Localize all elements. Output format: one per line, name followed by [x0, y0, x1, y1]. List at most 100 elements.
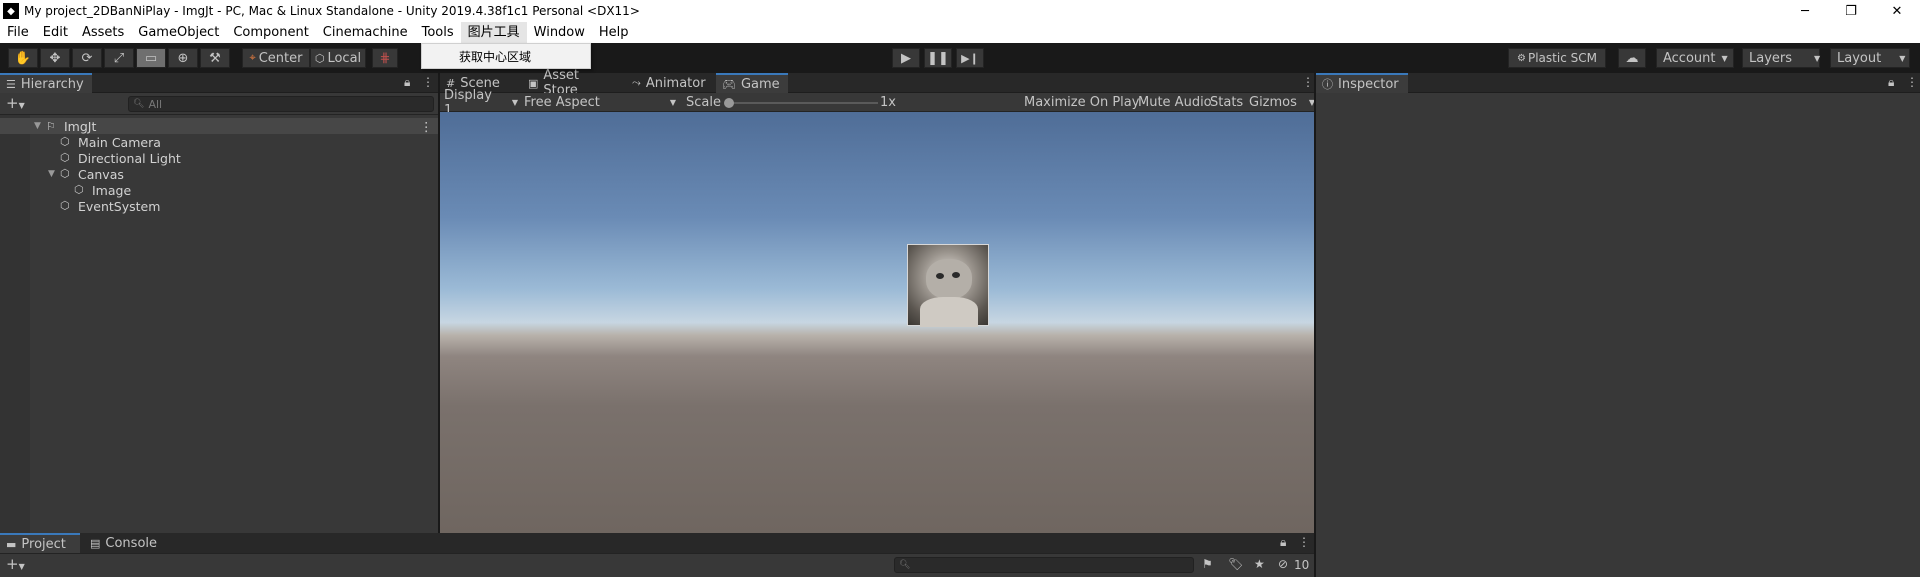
plastic-scm-button[interactable]: ⚙ Plastic SCM [1508, 48, 1606, 68]
menu-item-get-center-region[interactable]: 获取中心区域 [459, 48, 531, 65]
project-panel: ▬ Project ▤ Console 🔒︎ ⋮ +▼ 🔍︎ ⚑ 🏷︎ ★ ⊘ … [0, 533, 1314, 577]
scale-slider[interactable] [724, 98, 878, 108]
layers-dropdown[interactable]: Layers ▼ [1742, 48, 1820, 68]
inspector-body [1316, 93, 1920, 577]
favorites-star-icon[interactable]: ★ [1254, 557, 1265, 571]
hierarchy-item-label: ImgJt [64, 118, 97, 134]
pivot-rotation-button[interactable]: ⬡ Local [310, 48, 366, 68]
plastic-scm-icon: ⚙ [1517, 52, 1526, 64]
layout-dropdown[interactable]: Layout ▼ [1830, 48, 1910, 68]
hierarchy-item-label: Directional Light [78, 150, 181, 166]
tab-asset-store[interactable]: ▣ Asset Store [522, 68, 620, 98]
menu-window[interactable]: Window [527, 22, 592, 43]
console-tab-label: Console [105, 535, 158, 551]
hierarchy-item-label: Image [92, 182, 132, 198]
hidden-packages-icon[interactable]: ⊘ [1278, 557, 1288, 571]
tab-hierarchy[interactable]: ☰ Hierarchy [0, 73, 92, 93]
hierarchy-item-label: EventSystem [78, 198, 161, 214]
custom-tool-icon[interactable]: ⚒ [200, 48, 230, 68]
mute-audio-toggle[interactable]: Mute Audio [1138, 93, 1212, 112]
cloud-button[interactable]: ☁ [1618, 48, 1646, 68]
hierarchy-item-main-camera[interactable]: ⬡ Main Camera [0, 134, 438, 150]
folder-icon: ▬ [6, 537, 17, 551]
window-title: My project_2DBanNiPlay - ImgJt - PC, Mac… [24, 4, 640, 18]
tab-game[interactable]: 🎮︎ Game [716, 73, 788, 93]
menu-help[interactable]: Help [592, 22, 636, 43]
hierarchy-search-input[interactable]: 🔍︎ All [128, 96, 434, 112]
play-button[interactable]: ▶ [892, 48, 920, 68]
hierarchy-item-scene-root[interactable]: ▼ ⚐ ImgJt ⋮ [0, 118, 438, 134]
minimize-button[interactable]: ─ [1782, 0, 1828, 22]
expand-arrow-icon: ▼ [34, 121, 41, 131]
pause-button[interactable]: ❚❚ [924, 48, 952, 68]
lock-icon[interactable]: 🔒︎ [1280, 535, 1286, 550]
filter-by-type-icon[interactable]: ⚑ [1202, 557, 1213, 571]
create-add-button[interactable]: +▼ [6, 555, 25, 573]
kebab-menu-icon[interactable]: ⋮ [1298, 535, 1310, 549]
tab-console[interactable]: ▤ Console [84, 533, 164, 553]
menu-cinemachine[interactable]: Cinemachine [316, 22, 415, 43]
project-search-input[interactable]: 🔍︎ [894, 557, 1194, 573]
close-button[interactable]: ✕ [1874, 0, 1920, 22]
scale-icon[interactable]: ⤢ [104, 48, 134, 68]
tab-project[interactable]: ▬ Project [0, 533, 80, 553]
menu-tools[interactable]: Tools [415, 22, 461, 43]
hierarchy-search-placeholder: All [148, 97, 163, 111]
lock-icon[interactable]: 🔒︎ [404, 75, 410, 90]
grid-snap-icon[interactable]: ⋕ [372, 48, 398, 68]
rotate-icon[interactable]: ⟳ [72, 48, 102, 68]
pivot-mode-label: Center [258, 50, 303, 66]
tab-animator[interactable]: ⤳ Animator [626, 73, 706, 93]
game-view-canvas[interactable] [440, 112, 1314, 533]
plastic-scm-label: Plastic SCM [1527, 51, 1597, 65]
aspect-dropdown[interactable]: Free Aspect ▼ [524, 93, 684, 112]
account-dropdown[interactable]: Account ▼ [1656, 48, 1734, 68]
tab-inspector[interactable]: ⓘ Inspector [1316, 73, 1408, 93]
chevron-down-icon: ▼ [1721, 53, 1728, 63]
inspector-panel: ⓘ Inspector 🔒︎ ⋮ [1316, 73, 1920, 577]
gameobject-cube-icon: ⬡ [60, 151, 70, 164]
move-icon[interactable]: ✥ [40, 48, 70, 68]
kebab-menu-icon[interactable]: ⋮ [1302, 75, 1314, 89]
gizmos-dropdown[interactable]: Gizmos ▼ [1249, 93, 1315, 112]
kitten-image [907, 244, 989, 327]
menu-assets[interactable]: Assets [75, 22, 131, 43]
display-dropdown[interactable]: Display 1 ▼ [444, 88, 518, 118]
hand-icon[interactable]: ✋ [8, 48, 38, 68]
lock-icon[interactable]: 🔒︎ [1888, 75, 1894, 90]
menu-edit[interactable]: Edit [36, 22, 75, 43]
kebab-menu-icon[interactable]: ⋮ [1906, 75, 1918, 89]
kebab-menu-icon[interactable]: ⋮ [422, 75, 434, 89]
project-toolbar: +▼ 🔍︎ ⚑ 🏷︎ ★ ⊘ 10 [0, 553, 1314, 577]
local-cube-icon: ⬡ [314, 51, 325, 65]
hierarchy-item-canvas[interactable]: ▼ ⬡ Canvas [0, 166, 438, 182]
maximize-on-play-toggle[interactable]: Maximize On Play [1024, 93, 1139, 112]
create-add-button[interactable]: +▼ [6, 94, 25, 112]
gameobject-cube-icon: ⬡ [74, 183, 84, 196]
menu-file[interactable]: File [0, 22, 36, 43]
menu-gameobject[interactable]: GameObject [131, 22, 226, 43]
center-tabbar: # Scene ▣ Asset Store ⤳ Animator 🎮︎ Game… [440, 68, 1314, 98]
scale-slider-handle[interactable] [724, 98, 734, 108]
scene-icon: ⚐ [46, 119, 56, 133]
transform-icon[interactable]: ⊕ [168, 48, 198, 68]
filter-by-label-icon[interactable]: 🏷︎ [1228, 557, 1243, 571]
store-icon: ▣ [528, 76, 539, 90]
hierarchy-item-directional-light[interactable]: ⬡ Directional Light [0, 150, 438, 166]
layout-label: Layout [1837, 50, 1882, 66]
menu-image-tools[interactable]: 图片工具 [460, 22, 527, 43]
chevron-down-icon: ▼ [1899, 53, 1906, 63]
step-button[interactable]: ▶❙ [956, 48, 984, 68]
menu-component[interactable]: Component [226, 22, 315, 43]
stats-toggle[interactable]: Stats [1210, 93, 1243, 112]
rect-tool-icon[interactable]: ▭ [136, 48, 166, 68]
game-panel: # Scene ▣ Asset Store ⤳ Animator 🎮︎ Game… [440, 68, 1315, 533]
hierarchy-item-image[interactable]: ⬡ Image [0, 182, 438, 198]
pivot-mode-button[interactable]: ⌖ Center [242, 48, 310, 68]
search-icon: 🔍︎ [133, 99, 145, 109]
hierarchy-item-eventsystem[interactable]: ⬡ EventSystem [0, 198, 438, 214]
restore-button[interactable]: ❐ [1828, 0, 1874, 22]
project-tabbar: ▬ Project ▤ Console 🔒︎ ⋮ [0, 533, 1314, 553]
gameobject-cube-icon: ⬡ [60, 135, 70, 148]
kebab-menu-icon[interactable]: ⋮ [420, 119, 433, 134]
